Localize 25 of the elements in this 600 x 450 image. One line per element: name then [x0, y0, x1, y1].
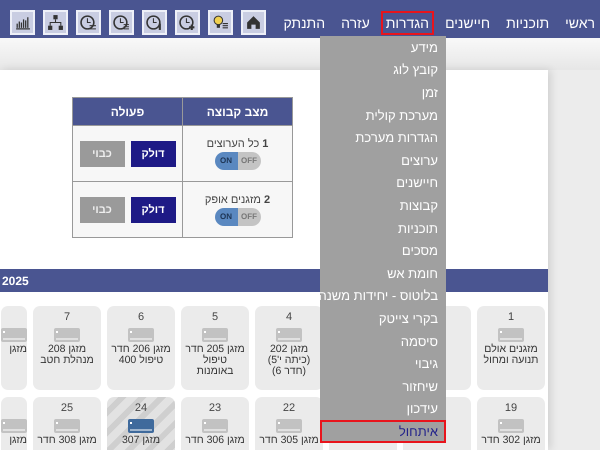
tile-number: 22 [282, 402, 296, 415]
tile-label: מזגן 205 חדר טיפול באומנות [185, 344, 245, 377]
tile-label: מזגן [9, 435, 27, 446]
tile-number: 6 [138, 311, 144, 324]
tile-label: מזגן 305 חדר [259, 435, 319, 446]
tile-number: 19 [504, 402, 518, 415]
tile-label: מזגן [9, 344, 27, 355]
section-title: 2025 [1, 274, 29, 288]
column-header: מצב קבוצה [182, 98, 292, 126]
tile-number: 1 [508, 311, 514, 324]
tile-label: מזגן 202 (כיתה י'5) (חדר 6) [268, 344, 310, 377]
tile-label: מזגן 206 חדר טיפול 400 [111, 344, 171, 366]
column-header: פעולה [72, 98, 182, 126]
tile-label: מזגן 308 חדר [37, 435, 97, 446]
tile-number: 5 [212, 311, 218, 324]
tile-number: 4 [286, 311, 292, 324]
tile-number: 7 [64, 311, 70, 324]
tile-number: 23 [208, 402, 222, 415]
tile-label: מזגן 208 מנהלת חטב [40, 344, 94, 366]
tile-number: 24 [134, 402, 148, 415]
tile-label: מזגן 307 [122, 435, 160, 446]
tile-number: 25 [60, 402, 74, 415]
tile-label: מזגן 306 חדר [185, 435, 245, 446]
tile-label: מזגנים אולם תנועה ומחול [484, 344, 538, 366]
tile-label: מזגן 302 חדר [481, 435, 541, 446]
